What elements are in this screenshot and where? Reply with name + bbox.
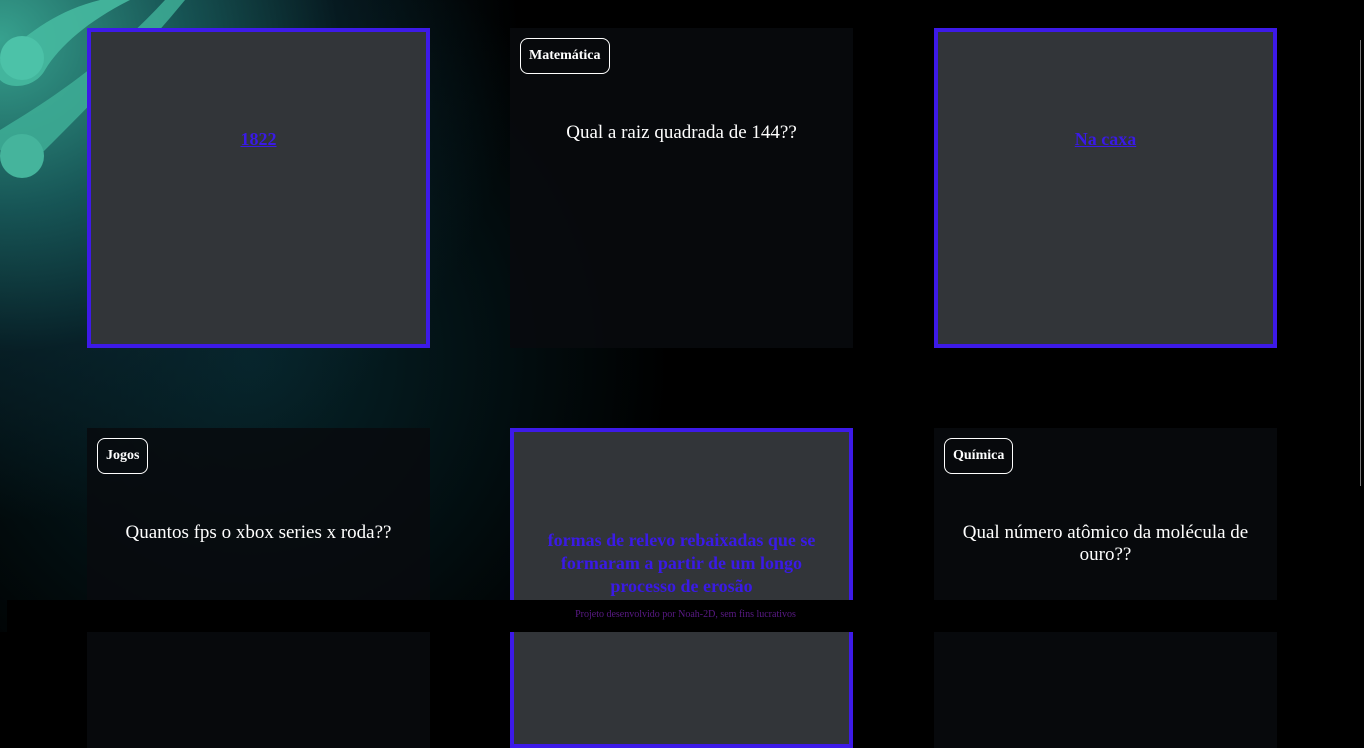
card-question: Qual número atômico da molécula de ouro?…: [962, 522, 1249, 565]
flashcard-6[interactable]: Química Qual número atômico da molécula …: [934, 428, 1277, 748]
flashcard-3[interactable]: Na caxa: [934, 28, 1277, 348]
category-badge: Química: [944, 438, 1014, 474]
card-question: Quantos fps o xbox series x roda??: [125, 522, 392, 543]
footer-text: Projeto desenvolvido por Noah-2D, sem fi…: [575, 609, 796, 620]
flashcard-1[interactable]: 1822: [87, 28, 430, 348]
card-answer[interactable]: 1822: [91, 128, 426, 151]
category-badge: Jogos: [97, 438, 149, 474]
category-badge: Matemática: [520, 38, 610, 74]
footer: Projeto desenvolvido por Noah-2D, sem fi…: [7, 600, 1364, 632]
flashcard-5[interactable]: formas de relevo rebaixadas que se forma…: [510, 428, 853, 748]
flashcard-4[interactable]: Jogos Quantos fps o xbox series x roda??: [87, 428, 430, 748]
card-answer: formas de relevo rebaixadas que se forma…: [547, 530, 816, 596]
scrollbar-edge: [1360, 40, 1364, 486]
flashcard-2[interactable]: Matemática Qual a raiz quadrada de 144??: [510, 28, 853, 348]
card-question: Qual a raiz quadrada de 144??: [566, 122, 797, 143]
card-answer[interactable]: Na caxa: [938, 128, 1273, 151]
